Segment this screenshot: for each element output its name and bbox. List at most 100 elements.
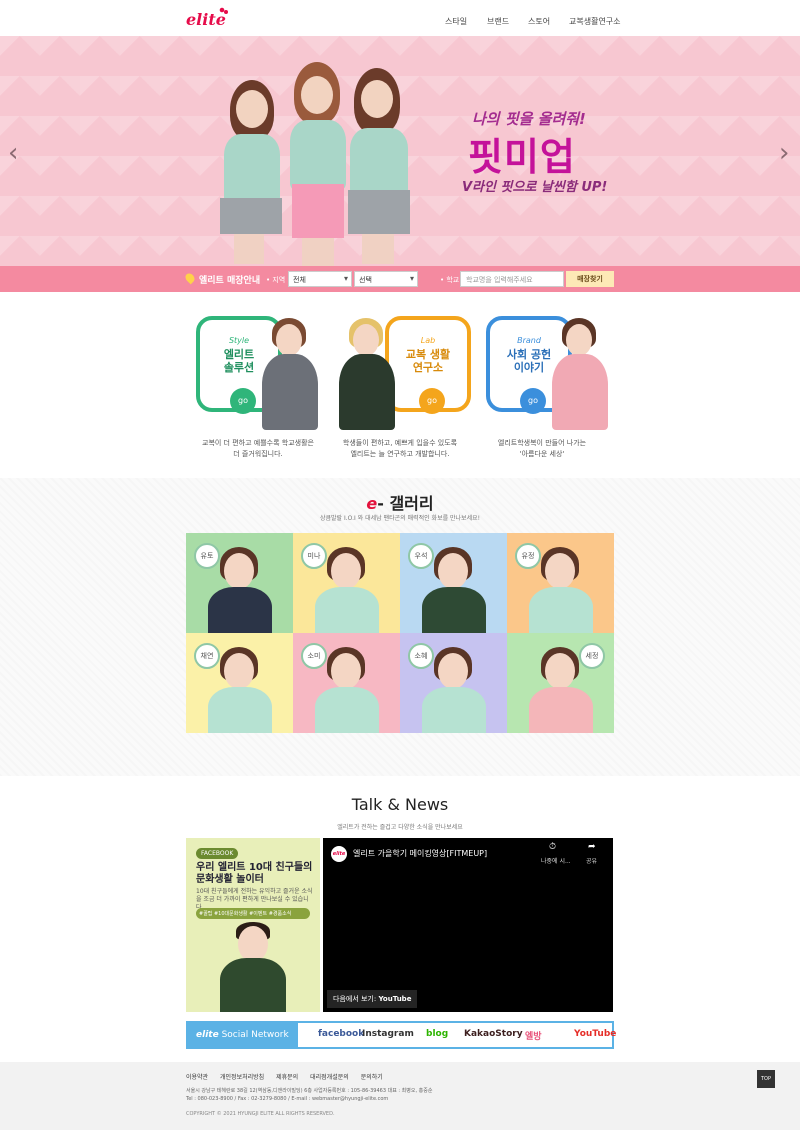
member-name-badge: 채연: [194, 643, 220, 669]
gallery-tile[interactable]: 세정: [507, 633, 614, 733]
model-uniform: [529, 587, 593, 633]
feature-card-frame: Lab 교복 생활 연구소 go: [385, 316, 471, 414]
social-link[interactable]: facebook: [318, 1029, 364, 1039]
feature-card-lab[interactable]: Lab 교복 생활 연구소 go: [335, 310, 471, 430]
model-uniform: [529, 687, 593, 733]
go-button[interactable]: go: [230, 388, 256, 414]
watch-on-youtube-button[interactable]: 다음에서 보기: YouTube: [327, 990, 418, 1008]
logo-mark-icon: [219, 7, 228, 14]
channel-avatar[interactable]: elite: [331, 846, 347, 862]
facebook-tag: FACEBOOK: [196, 848, 239, 859]
model-face: [545, 553, 575, 589]
hero-model-1: [212, 56, 282, 266]
footer-address: 서울시 강남구 테헤란로 38길 12(역삼동,디앤라이빌딩) 6층 사업자등록…: [186, 1087, 432, 1103]
footer-link-partnership[interactable]: 제휴문의: [276, 1074, 298, 1081]
social-link[interactable]: blog: [426, 1029, 448, 1039]
go-button[interactable]: go: [419, 388, 445, 414]
hero-banner[interactable]: ‹ › 나의 핏을 올려줘! 핏미업 V라인 핏으로 날씬함 UP!: [0, 36, 800, 266]
social-link[interactable]: Instagram: [362, 1029, 414, 1039]
gallery-tile[interactable]: 우석: [400, 533, 507, 633]
video-title[interactable]: 엘리트 가을학기 메이킹영상[FITMEUP]: [353, 848, 487, 859]
feature-model: [258, 318, 318, 430]
footer-link-privacy[interactable]: 개인정보처리방침: [220, 1074, 264, 1081]
social-brand: elite: [196, 1030, 219, 1040]
footer-contact-line: Tel : 080-023-8900 / Fax : 02-3279-8080 …: [186, 1096, 389, 1102]
member-name-badge: 소미: [301, 643, 327, 669]
gallery-subtitle: 상큼발랄 I.O.I 와 대세남 팬타곤의 매력적인 화보를 만나보세요!: [319, 515, 481, 522]
share-label[interactable]: 공유: [586, 856, 597, 865]
gallery-tile[interactable]: 소미: [293, 633, 400, 733]
district-select[interactable]: 선택: [354, 271, 418, 287]
member-name-badge: 미나: [301, 543, 327, 569]
feature-model: [335, 318, 395, 430]
feature-card-brand[interactable]: Brand 사회 공헌 이야기 go: [478, 310, 608, 430]
feature-card-style[interactable]: Style 엘리트 솔루션 go: [188, 310, 318, 430]
site-header: elite 스타일 브랜드 스토어 교복생활연구소: [0, 0, 800, 36]
footer-link-agency[interactable]: 대리점개설문의: [310, 1074, 349, 1081]
model-uniform: [315, 587, 379, 633]
member-name-badge: 우석: [408, 543, 434, 569]
nav-brand[interactable]: 브랜드: [487, 16, 509, 27]
hero-model-3: [344, 58, 414, 266]
footer-link-terms[interactable]: 이용약관: [186, 1074, 208, 1081]
share-icon[interactable]: ➦: [588, 842, 596, 852]
model-face: [438, 653, 468, 689]
social-link[interactable]: KakaoStory: [464, 1029, 523, 1039]
social-network-bar: elite Social Network facebook Instagram bl…: [186, 1021, 616, 1049]
store-finder-bar: 엘리트 매장안내 • 지역 전체 선택 • 학교 학교명을 입력해주세요 매장찾…: [0, 266, 800, 292]
model-uniform: [315, 687, 379, 733]
nav-style[interactable]: 스타일: [445, 16, 467, 27]
youtube-logo: YouTube: [378, 995, 412, 1003]
model-face: [331, 553, 361, 589]
watch-later-label[interactable]: 나중에 시...: [541, 856, 571, 865]
facebook-model: [238, 926, 268, 962]
hero-model-2: [282, 54, 352, 266]
next-arrow-icon[interactable]: ›: [779, 138, 789, 168]
model-uniform: [208, 587, 272, 633]
nav-lab[interactable]: 교복생활연구소: [569, 16, 621, 27]
hero-subtitle: V라인 핏으로 날씬함 UP!: [462, 180, 608, 195]
gallery-title-e: e: [366, 494, 378, 513]
facebook-card[interactable]: FACEBOOK 우리 엘리트 10대 친구들의 문화생활 놀이터 10대 친구…: [186, 838, 320, 1012]
model-face: [438, 553, 468, 589]
model-uniform: [208, 687, 272, 733]
watch-prefix: 다음에서 보기:: [333, 995, 377, 1003]
gallery-tile[interactable]: 미나: [293, 533, 400, 633]
back-to-top-button[interactable]: TOP: [757, 1070, 775, 1088]
social-link[interactable]: 엘방: [525, 1029, 542, 1042]
model-uniform: [422, 587, 486, 633]
gallery-tile[interactable]: 채연: [186, 633, 293, 733]
member-name-badge: 유토: [194, 543, 220, 569]
gallery-tile[interactable]: 유토: [186, 533, 293, 633]
member-name-badge: 소혜: [408, 643, 434, 669]
watch-later-icon[interactable]: ⏱: [549, 842, 556, 852]
talk-news-subtitle: 엘리트가 전하는 즐겁고 다양한 소식을 만나보세요: [337, 824, 463, 831]
gallery-title: e- 갤러리: [0, 490, 800, 514]
member-name-badge: 유정: [515, 543, 541, 569]
school-search-input[interactable]: 학교명을 입력해주세요: [460, 271, 564, 287]
model-face: [331, 653, 361, 689]
model-face: [224, 553, 254, 589]
member-name-badge: 세정: [579, 643, 605, 669]
nav-store[interactable]: 스토어: [528, 16, 550, 27]
feature-title: 교복 생활 연구소: [405, 348, 451, 374]
go-button[interactable]: go: [520, 388, 546, 414]
model-face: [545, 653, 575, 689]
footer-link-contact[interactable]: 문의하기: [361, 1074, 383, 1081]
model-face: [224, 653, 254, 689]
school-label: • 학교: [440, 276, 460, 284]
store-finder-label: 엘리트 매장안내: [199, 276, 261, 286]
model-uniform: [422, 687, 486, 733]
youtube-video-player[interactable]: elite 엘리트 가을학기 메이킹영상[FITMEUP] ⏱ 나중에 시...…: [323, 838, 613, 1012]
prev-arrow-icon[interactable]: ‹: [8, 138, 18, 168]
social-link[interactable]: YouTube: [574, 1029, 616, 1039]
region-label: • 지역: [266, 276, 286, 284]
gallery-tile[interactable]: 유정: [507, 533, 614, 633]
social-label-text: Social Network: [221, 1030, 289, 1040]
store-search-button[interactable]: 매장찾기: [566, 271, 614, 287]
facebook-model-body: [220, 958, 286, 1012]
feature-desc: 교복이 더 편하고 예쁠수록 학교생활은 더 즐거워집니다.: [202, 439, 314, 458]
footer-links: 이용약관 개인정보처리방침 제휴문의 대리점개설문의 문의하기: [186, 1072, 393, 1081]
gallery-tile[interactable]: 소혜: [400, 633, 507, 733]
region-select[interactable]: 전체: [288, 271, 352, 287]
